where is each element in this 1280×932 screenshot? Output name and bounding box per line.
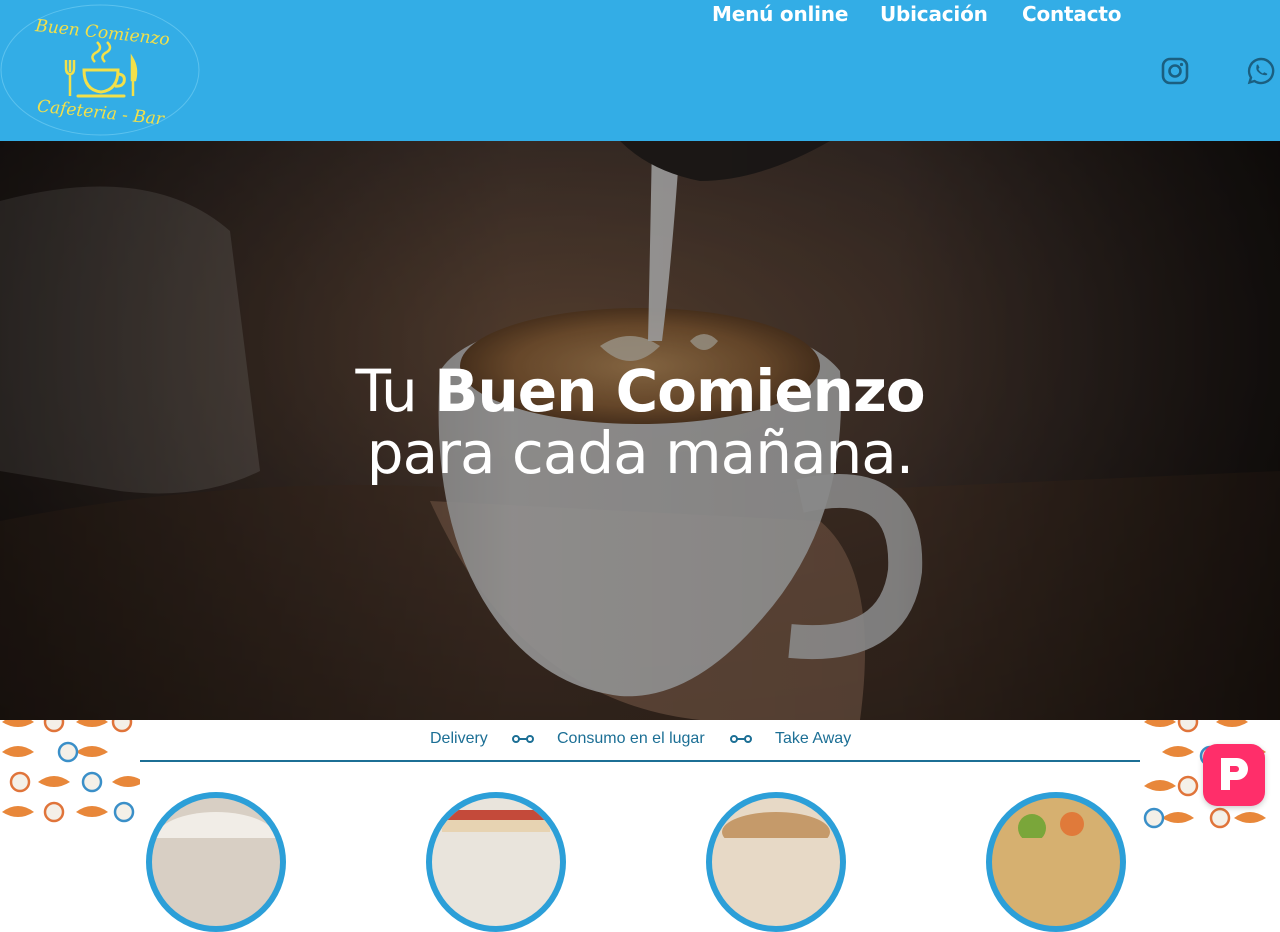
site-header: Buen Comienzo Cafeteria - Bar Menú onlin… [0, 0, 1280, 141]
instagram-icon[interactable] [1160, 56, 1190, 86]
hero-heading-light: Tu [355, 357, 417, 425]
whatsapp-icon[interactable] [1246, 56, 1276, 86]
hero-heading-bold: Buen Comienzo [434, 357, 925, 425]
product-image-2[interactable] [426, 792, 566, 932]
service-take-away: Take Away [775, 730, 852, 747]
croissant-icon [2, 720, 140, 817]
p-chat-icon [1221, 758, 1248, 790]
link-icon [512, 735, 534, 743]
hero-banner: Tu Buen Comienzo para cada mañana. [0, 141, 1280, 720]
hero-heading-line1: Tu Buen Comienzo [0, 359, 1280, 423]
nav-contacto[interactable]: Contacto [1022, 0, 1121, 28]
chat-widget-button[interactable] [1203, 744, 1265, 806]
coffee-photo [156, 812, 276, 864]
service-delivery: Delivery [430, 730, 488, 747]
product-image-1[interactable] [146, 792, 286, 932]
salad-photo [1018, 812, 1084, 842]
services-bar: Delivery Consumo en el lugar Take Away [140, 720, 1140, 762]
service-consumo-en-el-lugar: Consumo en el lugar [557, 730, 705, 747]
pastry-photo [722, 812, 830, 852]
link-icon [730, 735, 752, 743]
hero-heading-line2: para cada mañana. [366, 419, 915, 487]
nav-menu-online[interactable]: Menú online [712, 0, 848, 28]
logo-emblem: Buen Comienzo Cafeteria - Bar [0, 4, 200, 136]
coffee-cup-icon [9, 720, 135, 823]
nav-ubicacion[interactable]: Ubicación [880, 0, 988, 28]
croissant-coffee-pattern [2, 720, 140, 823]
sandwich-photo [442, 810, 550, 832]
pattern-left [0, 720, 140, 832]
product-image-3[interactable] [706, 792, 846, 932]
logo[interactable]: Buen Comienzo Cafeteria - Bar [0, 4, 200, 137]
product-image-4[interactable] [986, 792, 1126, 932]
